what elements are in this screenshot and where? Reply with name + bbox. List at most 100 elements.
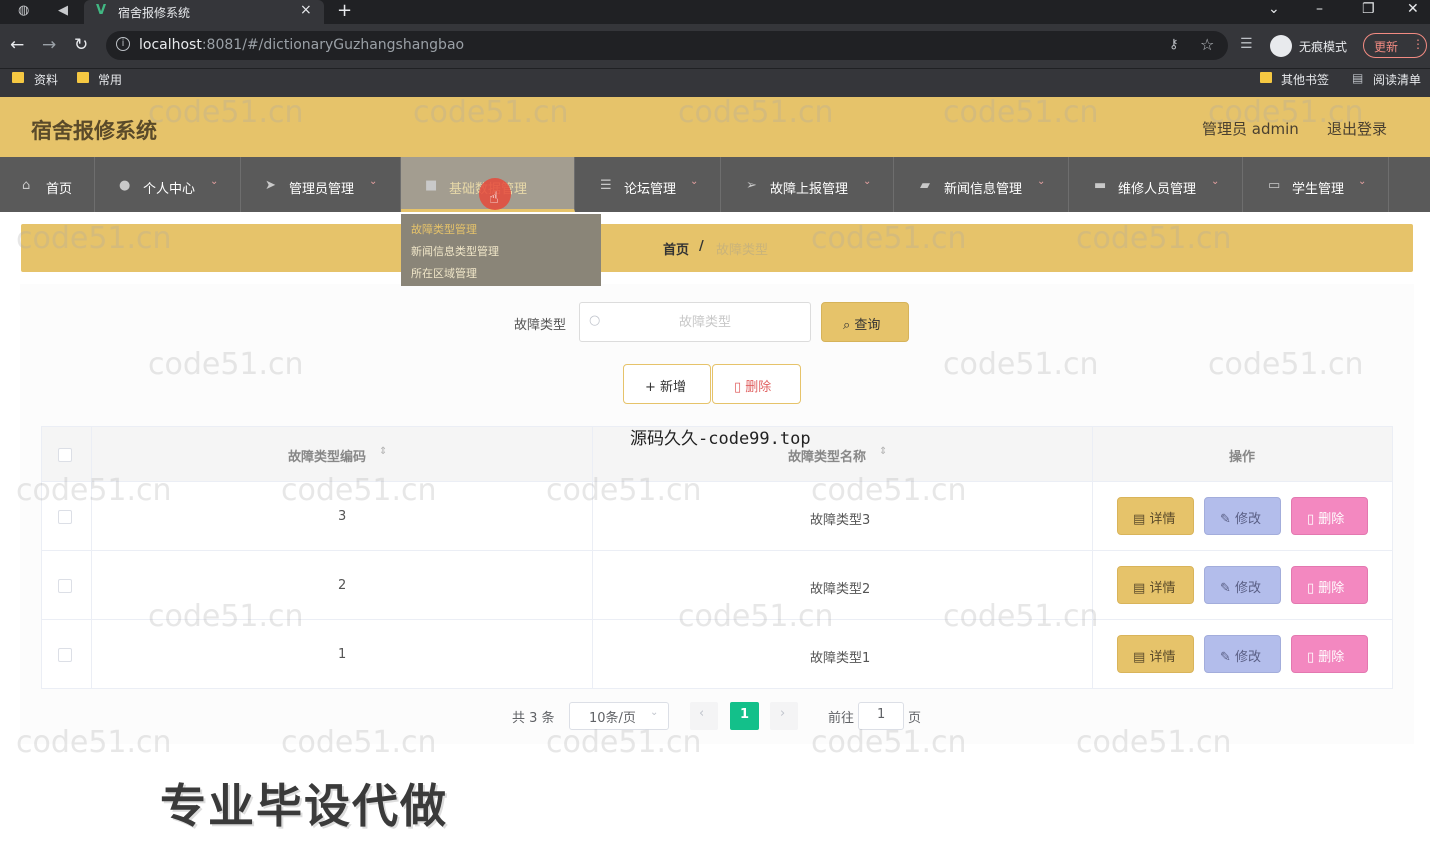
chat-icon: ▭: [1268, 178, 1281, 193]
watermark: code51.cn: [943, 347, 1099, 382]
watermark: code51.cn: [148, 347, 304, 382]
breadcrumb-separator: /: [699, 239, 704, 254]
search-label: 故障类型: [514, 318, 567, 333]
nav-label: 首页: [46, 182, 73, 197]
tab-close-icon[interactable]: ×: [300, 2, 312, 18]
nav-label: 新闻信息管理: [944, 182, 1023, 197]
document-icon: ▤: [1133, 650, 1146, 665]
watermark: code51.cn: [281, 725, 437, 760]
other-bookmarks[interactable]: 其他书签: [1281, 71, 1329, 88]
key-icon[interactable]: ⚷: [1169, 37, 1179, 52]
pagination-total: 共 3 条: [512, 711, 555, 726]
column-divider: [91, 427, 92, 688]
bookmark-item[interactable]: 常用: [98, 71, 122, 88]
back-icon[interactable]: ←: [10, 35, 24, 55]
hand-cursor-icon: ☝: [489, 188, 499, 207]
cell-name: 故障类型3: [810, 513, 871, 528]
window-close-icon[interactable]: ✕: [1407, 1, 1419, 17]
chevron-down-icon: ⌄: [690, 176, 699, 187]
site-info-icon[interactable]: i: [116, 37, 130, 51]
chevron-right-icon: ›: [780, 706, 786, 721]
nav-label: 论坛管理: [624, 182, 677, 197]
restore-icon[interactable]: ❐: [1362, 1, 1375, 17]
breadcrumb-current: 故障类型: [716, 243, 769, 258]
pagination-unit: 页: [908, 711, 922, 726]
delete-text: 删除: [745, 380, 772, 395]
reading-list-icon[interactable]: ☰: [1240, 36, 1253, 52]
sort-icon[interactable]: ⇕: [879, 446, 887, 457]
incognito-icon[interactable]: [1270, 35, 1292, 57]
navigation-icon: ➢: [746, 178, 757, 193]
reload-icon[interactable]: ↻: [74, 35, 88, 55]
search-icon: ⌕: [843, 318, 851, 333]
tab-audio-icon[interactable]: ◀: [58, 3, 68, 18]
edit-label: ✎ 修改: [1220, 646, 1261, 665]
browser-menu-icon[interactable]: ◍: [18, 3, 29, 18]
watermark: code51.cn: [148, 599, 304, 634]
chevron-down-icon: ⌄: [1358, 176, 1367, 187]
chevron-down-icon: ⌄: [863, 176, 872, 187]
delete-text: 删除: [1318, 581, 1345, 596]
more-menu-icon[interactable]: ⋮: [1412, 37, 1424, 51]
watermark: code51.cn: [546, 473, 702, 508]
watermark: code51.cn: [16, 473, 172, 508]
nav-label: 学生管理: [1292, 182, 1345, 197]
forward-icon[interactable]: →: [42, 35, 56, 55]
watermark: code51.cn: [546, 725, 702, 760]
bookmark-item[interactable]: 资料: [34, 71, 58, 88]
url-text[interactable]: localhost:8081/#/dictionaryGuzhangshangb…: [139, 37, 464, 53]
vue-logo-icon: V: [96, 3, 107, 18]
row-checkbox[interactable]: [58, 510, 72, 524]
column-header-code[interactable]: 故障类型编码: [288, 446, 366, 465]
bookmarks-bar: [0, 68, 1430, 97]
page-size-value: 10条/页: [589, 711, 636, 726]
plus-icon: +: [645, 380, 656, 395]
dropdown-item-news-type[interactable]: 新闻信息类型管理: [411, 243, 499, 259]
sliders-icon: ☰: [600, 178, 612, 193]
edit-label: ✎ 修改: [1220, 577, 1261, 596]
home-icon: ⌂: [22, 178, 31, 193]
row-checkbox[interactable]: [58, 579, 72, 593]
search-input[interactable]: [610, 312, 800, 332]
user-icon: ●: [119, 178, 131, 193]
sort-icon[interactable]: ⇕: [379, 446, 387, 457]
source-watermark: 源码久久-code99.top: [630, 429, 811, 449]
watermark: code51.cn: [811, 725, 967, 760]
update-label: 更新: [1374, 40, 1399, 54]
delete-label: ▯ 删除: [1307, 646, 1344, 665]
reading-list-link[interactable]: 阅读清单: [1373, 71, 1421, 88]
monitor-icon: ▬: [1094, 178, 1107, 193]
watermark: code51.cn: [943, 95, 1099, 130]
new-tab-icon[interactable]: +: [337, 0, 352, 21]
reading-list-icon: ▤: [1352, 71, 1364, 85]
detail-text: 详情: [1149, 512, 1176, 527]
nav-label: 维修人员管理: [1118, 182, 1197, 197]
bookmark-star-icon[interactable]: ☆: [1200, 35, 1214, 54]
nav-label: 管理员管理: [289, 182, 355, 197]
batch-delete-label: ▯ 删除: [734, 376, 771, 395]
detail-label: ▤ 详情: [1133, 508, 1175, 527]
add-text: 新增: [660, 380, 687, 395]
breadcrumb-home[interactable]: 首页: [663, 239, 689, 258]
edit-text: 修改: [1235, 581, 1262, 596]
dropdown-item-area[interactable]: 所在区域管理: [411, 265, 477, 281]
watermark: code51.cn: [678, 95, 834, 130]
cell-code: 2: [338, 578, 347, 593]
select-all-checkbox[interactable]: [58, 448, 72, 462]
dropdown-item-fault-type[interactable]: 故障类型管理: [411, 221, 477, 237]
watermark: code51.cn: [16, 221, 172, 256]
row-checkbox[interactable]: [58, 648, 72, 662]
minimize-icon[interactable]: –: [1316, 1, 1323, 17]
chevron-left-icon: ‹: [699, 706, 705, 721]
chevron-down-icon: ⌄: [1037, 176, 1046, 187]
cell-name: 故障类型1: [810, 651, 871, 666]
tab-search-icon[interactable]: ⌄: [1268, 1, 1280, 17]
tab-title: 宿舍报修系统: [118, 6, 191, 20]
cell-code: 1: [338, 647, 347, 662]
folder-icon: [1260, 72, 1272, 83]
watermark: code51.cn: [1076, 725, 1232, 760]
page-number-label: 1: [740, 707, 750, 722]
watermark: code51.cn: [811, 473, 967, 508]
cell-name: 故障类型2: [810, 582, 871, 597]
column-header-actions: 操作: [1229, 450, 1256, 465]
